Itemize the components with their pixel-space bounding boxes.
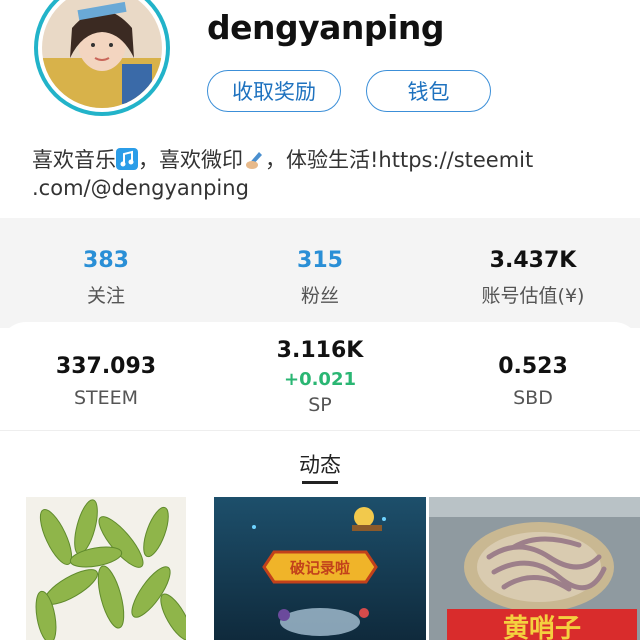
- followers-stat[interactable]: 315 粉丝: [220, 248, 420, 308]
- avatar-photo-icon: [42, 0, 162, 108]
- bio-text-4: .com/@dengyanping: [32, 176, 249, 200]
- account-value-label: 账号估值(¥): [481, 285, 585, 307]
- wallet-stats: 337.093 STEEM 3.116K +0.021 SP 0.523 SBD: [0, 322, 640, 430]
- steem-label: STEEM: [73, 387, 139, 409]
- sbd-stat: 0.523 SBD: [433, 354, 633, 409]
- music-note-icon: [116, 148, 138, 170]
- post-thumbnail[interactable]: 破记录啦: [214, 497, 426, 640]
- account-value-stat: 3.437K 账号估值(¥): [433, 248, 633, 308]
- sp-value: 3.116K: [276, 338, 364, 363]
- sbd-value: 0.523: [498, 354, 568, 379]
- writing-hand-icon: [243, 148, 265, 170]
- sign-text: 黄哨子: [503, 614, 581, 640]
- following-count: 383: [83, 248, 129, 273]
- tab-active-indicator: [302, 481, 338, 484]
- followers-count: 315: [297, 248, 343, 273]
- account-value: 3.437K: [489, 248, 577, 273]
- avatar[interactable]: [38, 0, 166, 112]
- profile-header: dengyanping 收取奖励 钱包 喜欢音乐 ，喜欢微印 ，体验生活!https…: [0, 0, 640, 218]
- following-stat[interactable]: 383 关注: [6, 248, 206, 308]
- username: dengyanping: [207, 8, 444, 47]
- profile-stats: 383 关注 315 粉丝 3.437K 账号估值(¥): [0, 218, 640, 328]
- game-record-photo-icon: 破记录啦: [214, 497, 426, 640]
- tab-activity[interactable]: 动态: [270, 449, 370, 479]
- steem-value: 337.093: [55, 354, 157, 379]
- banner-text: 破记录啦: [290, 559, 350, 577]
- followers-label: 粉丝: [300, 285, 339, 307]
- post-thumbnail[interactable]: [26, 497, 186, 640]
- sp-delta: +0.021: [283, 369, 357, 390]
- post-thumbnail[interactable]: 黄哨子: [429, 497, 640, 640]
- bio-text-3: ，体验生活!https://steemit: [265, 148, 534, 172]
- steem-stat: 337.093 STEEM: [6, 354, 206, 409]
- bio-text-1: 喜欢音乐: [32, 148, 116, 172]
- bio-text-2: ，喜欢微印: [138, 148, 243, 172]
- market-seafood-photo-icon: 黄哨子: [429, 497, 640, 640]
- following-label: 关注: [86, 285, 125, 307]
- profile-bio: 喜欢音乐 ，喜欢微印 ，体验生活!https://steemit .com/@den…: [32, 146, 592, 202]
- avatar-ring[interactable]: [34, 0, 170, 116]
- wallet-button[interactable]: 钱包: [366, 70, 491, 112]
- sp-stat: 3.116K +0.021 SP: [220, 338, 420, 416]
- sp-label: SP: [308, 394, 332, 416]
- edamame-photo-icon: [26, 497, 186, 640]
- claim-rewards-button[interactable]: 收取奖励: [207, 70, 341, 112]
- sbd-label: SBD: [513, 387, 553, 409]
- tab-bar: 动态: [0, 430, 640, 489]
